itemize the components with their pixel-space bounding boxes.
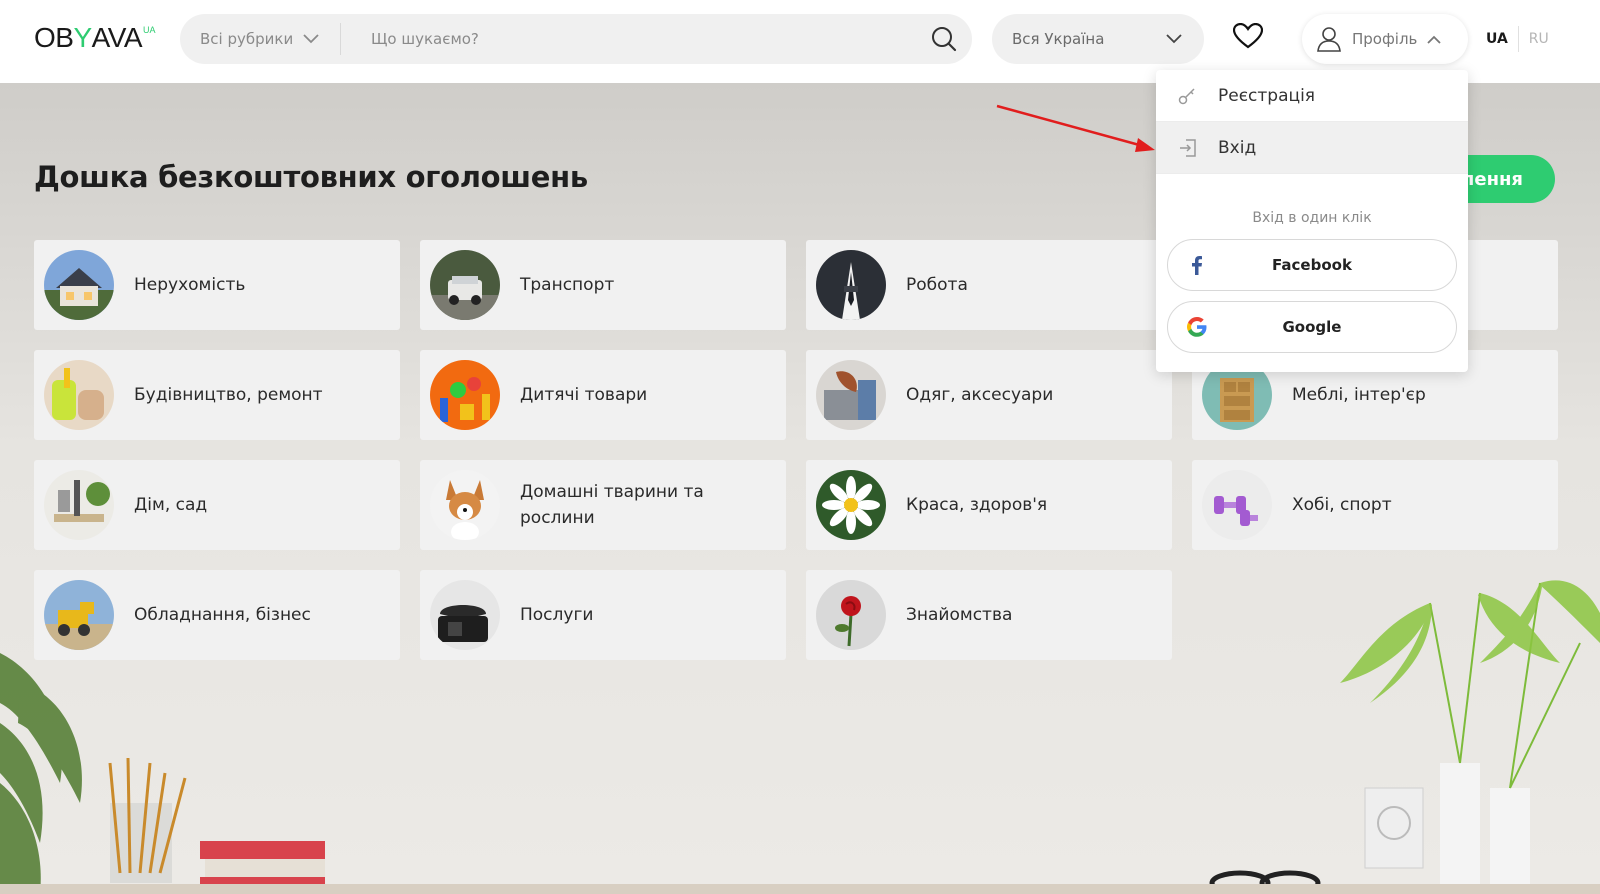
- google-login-button[interactable]: Google: [1167, 301, 1457, 353]
- category-label: Нерухомість: [134, 275, 246, 295]
- machinery-photo-icon: [44, 580, 114, 650]
- category-card[interactable]: Одяг, аксесуари: [806, 350, 1172, 440]
- toys-photo-icon: [430, 360, 500, 430]
- category-label: Дім, сад: [134, 495, 208, 515]
- rose-photo-icon: [816, 580, 886, 650]
- category-card[interactable]: Краса, здоров'я: [806, 460, 1172, 550]
- category-label: Домашні тварини та рослини: [520, 482, 704, 528]
- chevron-up-icon: [1427, 35, 1442, 44]
- category-card[interactable]: Нерухомість: [34, 240, 400, 330]
- tools-photo-icon: [44, 360, 114, 430]
- search-bar: Всі рубрики: [180, 14, 972, 64]
- rubric-select-label: Всі рубрики: [200, 30, 294, 48]
- lang-ru[interactable]: RU: [1529, 31, 1549, 47]
- category-card[interactable]: Домашні тварини та рослини: [420, 460, 786, 550]
- key-icon: [1178, 87, 1195, 104]
- lang-ua[interactable]: UA: [1486, 31, 1508, 47]
- category-card[interactable]: Будівництво, ремонт: [34, 350, 400, 440]
- login-menu-item[interactable]: Вхід: [1156, 122, 1468, 174]
- category-card[interactable]: Транспорт: [420, 240, 786, 330]
- logo-text-end: AVA: [91, 22, 143, 53]
- rubric-select[interactable]: Всі рубрики: [180, 14, 340, 64]
- login-menu-label: Вхід: [1218, 137, 1257, 158]
- search-icon: [932, 27, 957, 52]
- category-label: Будівництво, ремонт: [134, 385, 323, 405]
- favorites-button[interactable]: [1232, 20, 1264, 52]
- flower-photo-icon: [816, 470, 886, 540]
- profile-dropdown: Реєстрація Вхід Вхід в один клік Faceboo…: [1156, 70, 1468, 372]
- category-card[interactable]: Знайомства: [806, 570, 1172, 660]
- logo-text-y: Y: [73, 22, 92, 53]
- category-card[interactable]: Дім, сад: [34, 460, 400, 550]
- category-label: Хобі, спорт: [1292, 495, 1392, 515]
- category-label: Знайомства: [906, 605, 1013, 625]
- table-edge: [0, 884, 1600, 894]
- region-select[interactable]: Вся Україна: [992, 14, 1204, 64]
- category-label: Одяг, аксесуари: [906, 385, 1054, 405]
- category-label: Послуги: [520, 605, 594, 625]
- search-button[interactable]: [916, 14, 972, 64]
- heart-icon: [1233, 23, 1263, 49]
- register-menu-label: Реєстрація: [1218, 85, 1316, 106]
- search-input[interactable]: [341, 14, 916, 64]
- logo-text-start: OB: [34, 22, 74, 53]
- page-title: Дошка безкоштовних оголошень: [34, 160, 588, 194]
- site-logo[interactable]: OB Y AVA UA: [34, 22, 156, 54]
- suit-photo-icon: [816, 250, 886, 320]
- phone-photo-icon: [430, 580, 500, 650]
- category-label: Робота: [906, 275, 968, 295]
- dog-photo-icon: [430, 470, 500, 540]
- logo-text-sup: UA: [143, 25, 156, 35]
- login-icon: [1180, 138, 1196, 157]
- register-menu-item[interactable]: Реєстрація: [1156, 70, 1468, 122]
- garden-tools-photo-icon: [44, 470, 114, 540]
- google-icon: [1187, 317, 1207, 337]
- facebook-icon: [1192, 256, 1202, 275]
- region-select-label: Вся Україна: [1012, 30, 1105, 48]
- category-label: Краса, здоров'я: [906, 495, 1048, 515]
- category-card[interactable]: Хобі, спорт: [1192, 460, 1558, 550]
- post-ad-button-label: лення: [1461, 168, 1523, 190]
- category-label: Дитячі товари: [520, 385, 648, 405]
- category-label: Транспорт: [520, 275, 615, 295]
- dumbbells-photo-icon: [1202, 470, 1272, 540]
- category-card[interactable]: Обладнання, бізнес: [34, 570, 400, 660]
- facebook-login-button[interactable]: Facebook: [1167, 239, 1457, 291]
- google-login-label: Google: [1282, 318, 1342, 336]
- category-card[interactable]: Послуги: [420, 570, 786, 660]
- category-card[interactable]: Дитячі товари: [420, 350, 786, 440]
- category-label: Обладнання, бізнес: [134, 605, 311, 625]
- language-switcher: UA RU: [1486, 26, 1549, 52]
- jeep-photo-icon: [430, 250, 500, 320]
- profile-button-label: Профіль: [1352, 30, 1418, 48]
- one-click-login-caption: Вхід в один клік: [1252, 210, 1372, 226]
- chevron-down-icon: [303, 34, 319, 44]
- facebook-login-label: Facebook: [1272, 256, 1352, 274]
- category-label: Меблі, інтер'єр: [1292, 385, 1426, 405]
- category-card[interactable]: Робота: [806, 240, 1172, 330]
- user-icon: [1317, 27, 1341, 52]
- profile-button[interactable]: Профіль: [1302, 14, 1468, 64]
- lang-divider: [1517, 26, 1519, 52]
- chevron-down-icon: [1166, 34, 1182, 44]
- clothes-photo-icon: [816, 360, 886, 430]
- house-photo-icon: [44, 250, 114, 320]
